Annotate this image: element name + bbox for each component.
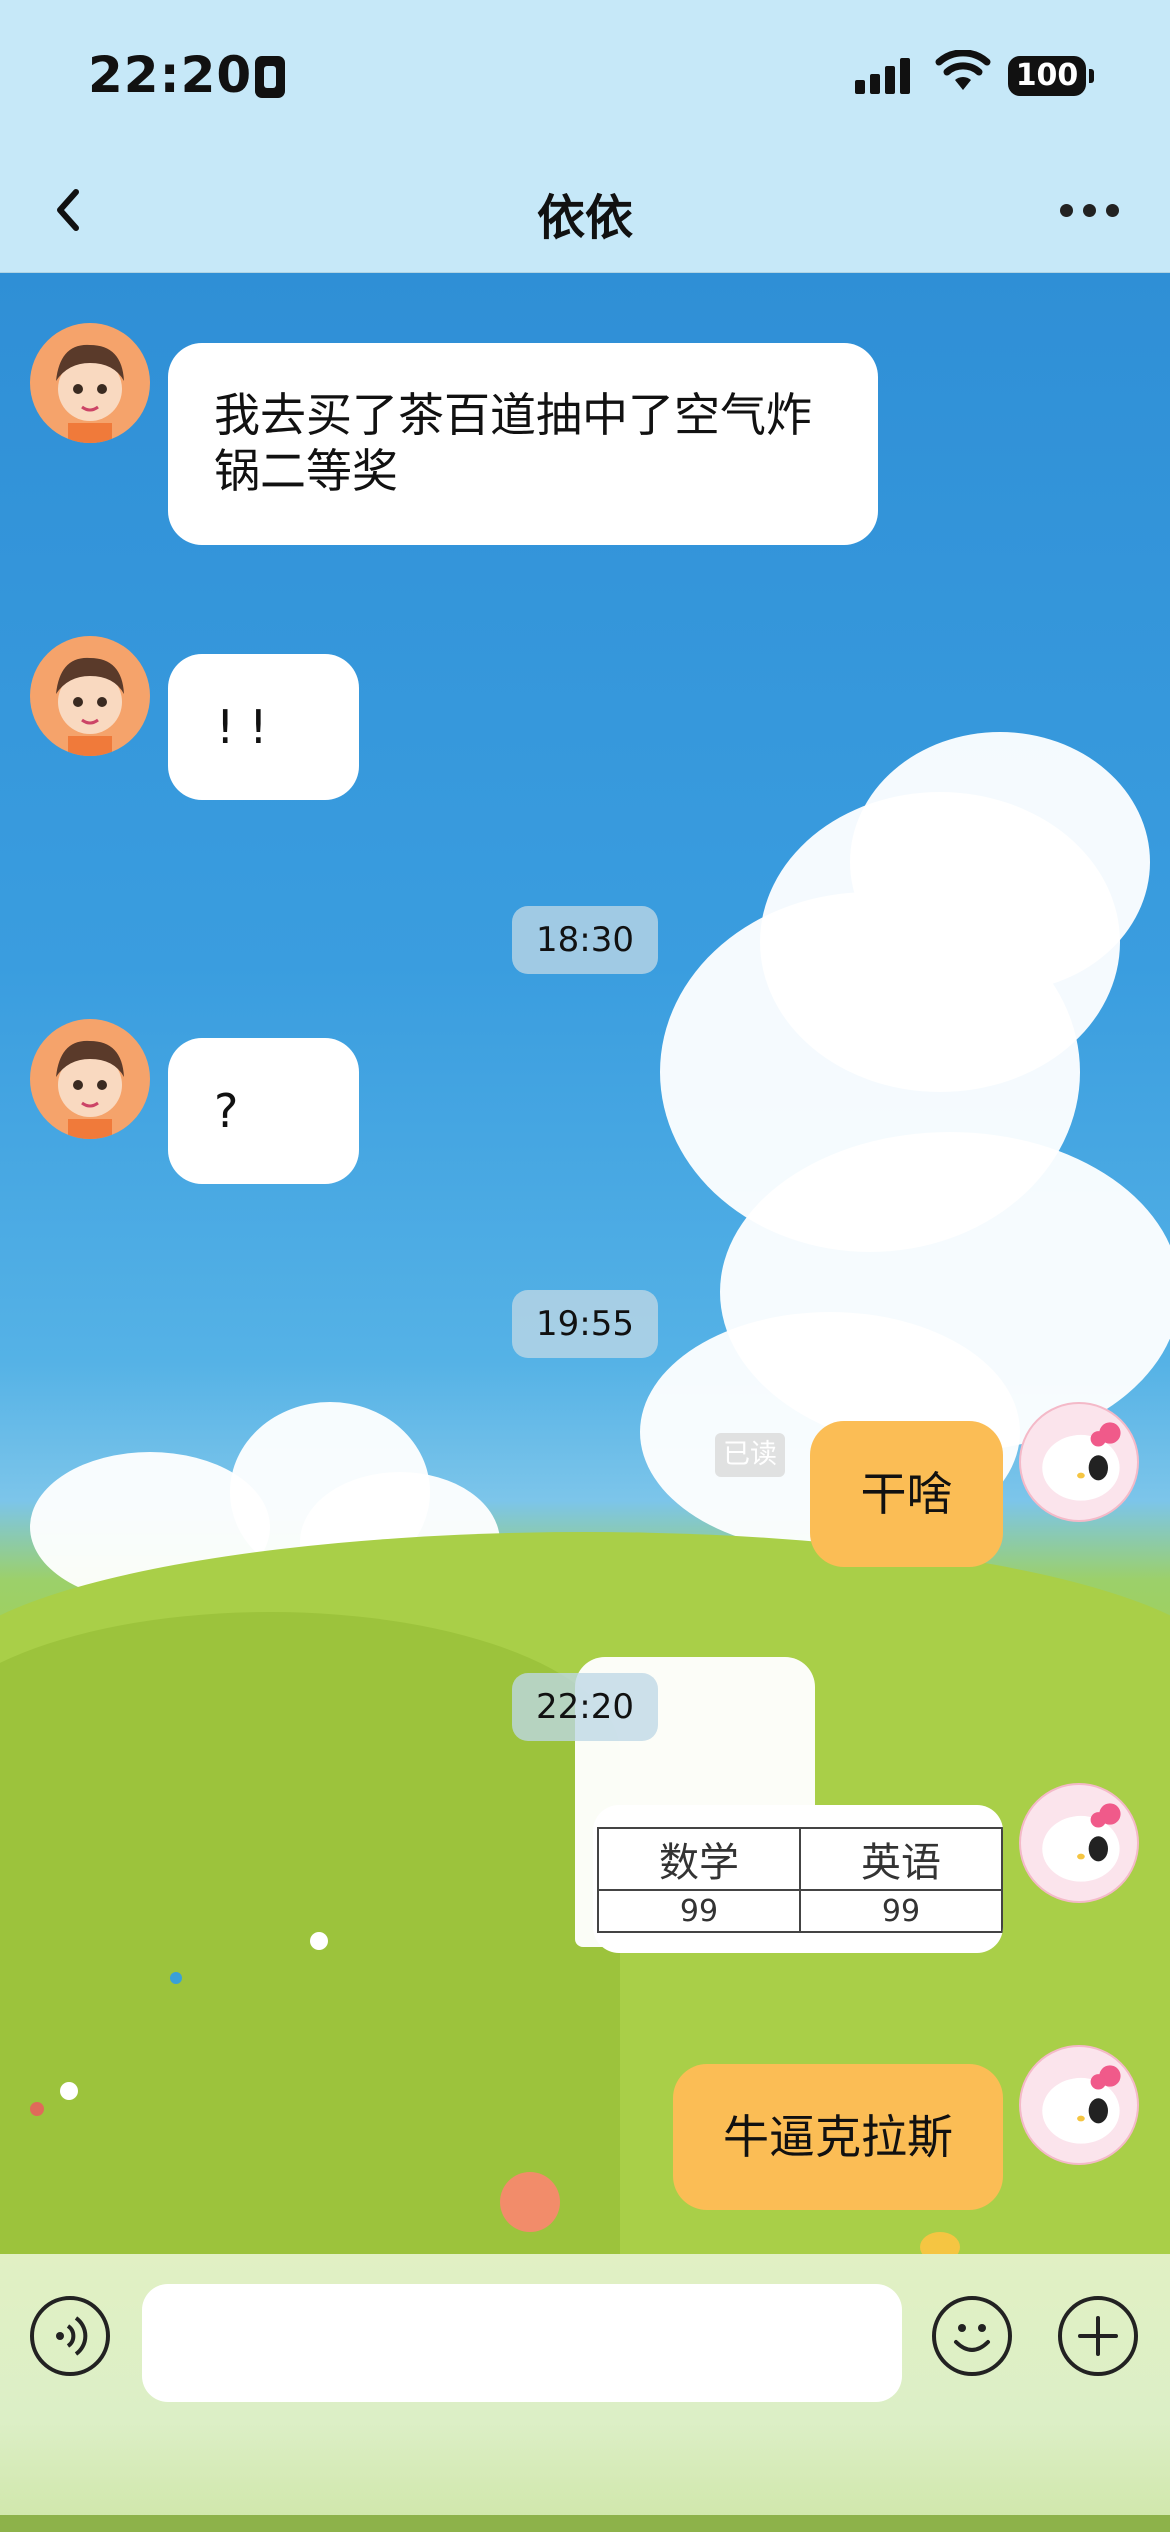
table-header: 数学 [597,1827,801,1891]
read-receipt: 已读 [715,1433,785,1477]
message-bubble-received[interactable]: ! ! [168,654,359,800]
more-horizontal-icon[interactable] [1060,190,1130,230]
background-strip [0,2515,1170,2532]
voice-icon[interactable] [30,2296,110,2376]
my-avatar[interactable] [1019,2045,1139,2165]
chat-title: 依依 [536,190,633,246]
contact-avatar[interactable] [30,323,150,443]
status-time: 22:20 [88,46,253,104]
emoji-icon[interactable] [932,2296,1012,2376]
contact-avatar[interactable] [30,636,150,756]
my-avatar[interactable] [1019,1783,1139,1903]
message-text: 我去买了茶百道抽中了空气炸锅二等奖 [214,388,812,498]
chat-background [0,272,1170,2254]
chat-header: 依依 [0,150,1170,273]
message-text: ! ! [216,700,268,754]
message-bubble-sent[interactable]: 干啥 [810,1421,1003,1567]
message-bubble-sent[interactable]: 牛逼克拉斯 [673,2064,1003,2210]
sim-icon [255,56,285,98]
table-cell: 99 [799,1889,1003,1933]
contact-avatar[interactable] [30,1019,150,1139]
cellular-signal-icon [855,58,910,94]
table-header: 英语 [799,1827,1003,1891]
timestamp: 18:30 [512,906,658,974]
image-message-score-table[interactable]: 数学 英语 99 99 [593,1805,1003,1953]
status-bar: 22:20 100 [0,0,1170,150]
message-text: 牛逼克拉斯 [723,2110,953,2164]
message-text: 干啥 [860,1467,953,1521]
message-bubble-received[interactable]: 我去买了茶百道抽中了空气炸锅二等奖 [168,343,878,545]
message-text: ? [214,1084,239,1138]
message-bubble-received[interactable]: ? [168,1038,359,1184]
timestamp: 19:55 [512,1290,658,1358]
wifi-icon [935,50,991,90]
score-table: 数学 英语 99 99 [597,1827,1003,1933]
timestamp: 22:20 [512,1673,658,1741]
table-cell: 99 [597,1889,801,1933]
my-avatar[interactable] [1019,1402,1139,1522]
battery-indicator: 100 [1008,56,1094,96]
message-input[interactable] [142,2284,902,2402]
plus-icon[interactable] [1058,2296,1138,2376]
message-input-bar [0,2254,1170,2532]
